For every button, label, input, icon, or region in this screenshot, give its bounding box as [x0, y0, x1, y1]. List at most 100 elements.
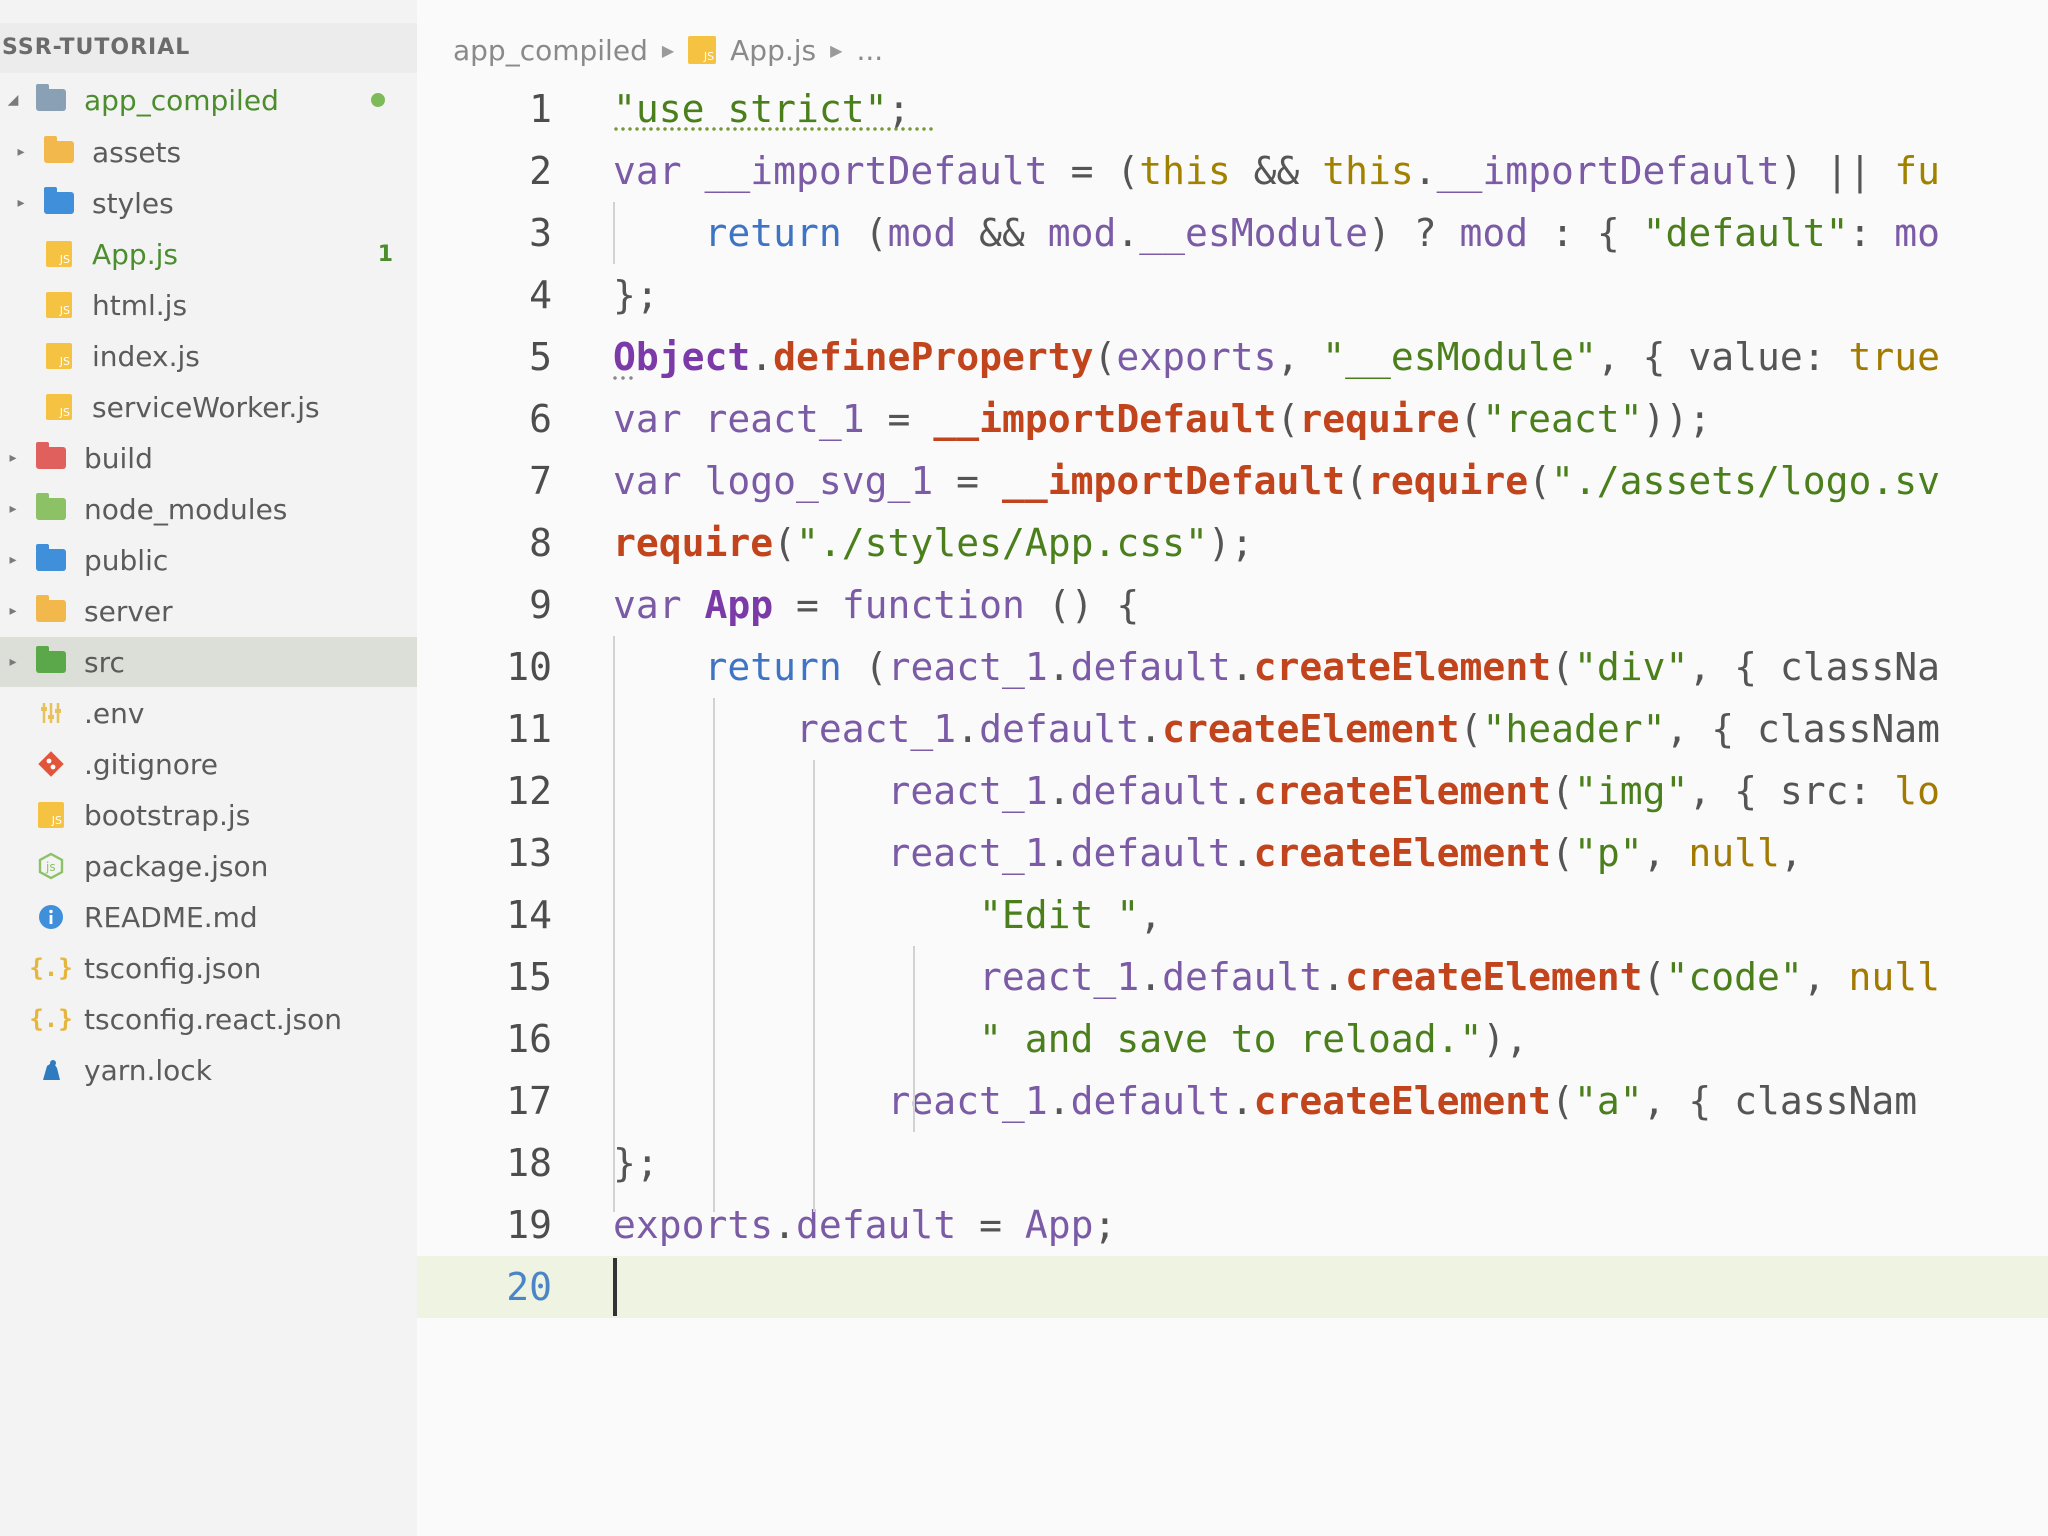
git-icon: [36, 751, 66, 777]
code-line[interactable]: 4};: [417, 264, 2048, 326]
code-token: ));: [1642, 397, 1712, 441]
code-line[interactable]: 6 var react_1 = __importDefault(require("…: [417, 388, 2048, 450]
code-line[interactable]: 1 "use strict";: [417, 78, 2048, 140]
tree-item-label: App.js: [92, 237, 178, 271]
code-line[interactable]: 19 exports.default = App;: [417, 1194, 2048, 1256]
code-token: mo: [1894, 211, 1941, 255]
code-token: ,: [1139, 893, 1163, 937]
code-token: this: [1139, 149, 1231, 193]
chevron-right-icon: ▶: [830, 40, 843, 60]
chevron-right-icon[interactable]: ▸: [14, 196, 28, 210]
chevron-right-icon[interactable]: ▸: [14, 145, 28, 159]
code-text: };: [613, 264, 659, 326]
code-token: .: [1139, 707, 1163, 751]
code-token: .: [1322, 955, 1346, 999]
folder-styles-icon: [44, 187, 74, 215]
tree-item-app-compiled[interactable]: ◢ app_compiled: [0, 75, 417, 125]
tree-item-styles[interactable]: ▸ styles: [0, 178, 417, 228]
code-token: react_1: [887, 1079, 1048, 1123]
code-line[interactable]: 14 "Edit ",: [417, 884, 2048, 946]
code-line[interactable]: 18};: [417, 1132, 2048, 1194]
breadcrumb-symbols[interactable]: ...: [856, 34, 883, 67]
code-text: Object.defineProperty(exports, "__esModu…: [613, 326, 1940, 388]
code-line[interactable]: 11 react_1.default.createElement("header…: [417, 698, 2048, 760]
js-file-icon: JS: [44, 292, 74, 318]
tree-item-server[interactable]: ▸ server: [0, 586, 417, 636]
code-editor[interactable]: app_compiled ▶ JS App.js ▶ ... 1 "use str…: [417, 0, 2048, 1536]
chevron-right-icon[interactable]: ▸: [6, 502, 20, 516]
code-token: Object: [613, 335, 751, 379]
tree-item-public[interactable]: ▸ public: [0, 535, 417, 585]
tree-item-tsconfig-react-json[interactable]: {.} tsconfig.react.json: [0, 994, 417, 1044]
code-token: &&: [956, 211, 1048, 255]
code-line[interactable]: 16 " and save to reload."),: [417, 1008, 2048, 1070]
code-token: createElement: [1253, 769, 1552, 813]
breadcrumb-file[interactable]: App.js: [730, 34, 816, 67]
tree-item-html-js[interactable]: JS html.js: [0, 280, 417, 330]
chevron-right-icon[interactable]: ▸: [6, 655, 20, 669]
chevron-right-icon[interactable]: ▸: [6, 451, 20, 465]
code-line[interactable]: 20: [417, 1256, 2048, 1318]
code-line[interactable]: 5 Object.defineProperty(exports, "__esMod…: [417, 326, 2048, 388]
code-line[interactable]: 7 var logo_svg_1 = __importDefault(requir…: [417, 450, 2048, 512]
code-token: =: [956, 1203, 1025, 1247]
tree-item-build[interactable]: ▸ build: [0, 433, 417, 483]
code-token: createElement: [1253, 645, 1552, 689]
code-token: default: [979, 707, 1140, 751]
breadcrumb-folder[interactable]: app_compiled: [453, 34, 648, 67]
code-line[interactable]: 12 react_1.default.createElement("img", …: [417, 760, 2048, 822]
code-token: (: [1551, 1079, 1574, 1123]
code-token: .: [1047, 831, 1071, 875]
code-token: () {: [1024, 583, 1140, 627]
code-token: "code": [1665, 955, 1803, 999]
code-token: "a": [1573, 1079, 1643, 1123]
code-token: , { classNam: [1665, 707, 1941, 751]
chevron-down-icon[interactable]: ◢: [6, 93, 20, 107]
env-file-icon: [36, 701, 66, 725]
line-number: 2: [529, 149, 552, 193]
chevron-right-icon[interactable]: ▸: [6, 553, 20, 567]
tree-item-app-js[interactable]: JS App.js 1: [0, 229, 417, 279]
tree-item-tsconfig-json[interactable]: {.} tsconfig.json: [0, 943, 417, 993]
tree-item-label: serviceWorker.js: [92, 390, 320, 424]
js-file-icon: JS: [36, 802, 66, 828]
code-token: &&: [1230, 149, 1323, 193]
code-text: react_1.default.createElement("a", { cla…: [613, 1070, 1918, 1132]
code-token: lo: [1894, 769, 1941, 813]
folder-src-icon: [36, 646, 66, 674]
code-token: "use strict": [613, 87, 888, 131]
tree-item-env[interactable]: .env: [0, 688, 417, 738]
code-text: "Edit ",: [613, 884, 1162, 946]
tree-item-index-js[interactable]: JS index.js: [0, 331, 417, 381]
code-line[interactable]: 10 return (react_1.default.createElement…: [417, 636, 2048, 698]
tree-item-node-modules[interactable]: ▸ node_modules: [0, 484, 417, 534]
tree-item-yarn-lock[interactable]: yarn.lock: [0, 1045, 417, 1095]
tree-item-label: .env: [84, 696, 145, 730]
code-line[interactable]: 2 var __importDefault = (this && this.__i…: [417, 140, 2048, 202]
tree-item-readme-md[interactable]: README.md: [0, 892, 417, 942]
code-text: " and save to reload."),: [613, 1008, 1528, 1070]
chevron-right-icon[interactable]: ▸: [6, 604, 20, 618]
tree-item-assets[interactable]: ▸ assets: [0, 127, 417, 177]
info-icon: [36, 905, 66, 929]
tree-item-src[interactable]: ▸ src: [0, 637, 417, 687]
js-file-icon: JS: [44, 343, 74, 369]
code-text: require("./styles/App.css");: [613, 512, 1254, 574]
code-token: mod: [887, 211, 957, 255]
code-token: (: [1528, 459, 1552, 503]
code-line[interactable]: 9 var App = function () {: [417, 574, 2048, 636]
tree-item-serviceworker-js[interactable]: JS serviceWorker.js: [0, 382, 417, 432]
tree-item-label: public: [84, 543, 169, 577]
code-line[interactable]: 17 react_1.default.createElement("a", { …: [417, 1070, 2048, 1132]
code-line[interactable]: 13 react_1.default.createElement("p", nu…: [417, 822, 2048, 884]
tree-item-bootstrap-js[interactable]: JS bootstrap.js: [0, 790, 417, 840]
code-token: require: [1299, 397, 1460, 441]
code-line[interactable]: 15 react_1.default.createElement("code",…: [417, 946, 2048, 1008]
code-line[interactable]: 8 require("./styles/App.css");: [417, 512, 2048, 574]
code-token: mod: [1459, 211, 1529, 255]
code-line[interactable]: 3 return (mod && mod.__esModule) ? mod :…: [417, 202, 2048, 264]
code-token: require: [1368, 459, 1529, 503]
tree-item-package-json[interactable]: js package.json: [0, 841, 417, 891]
tree-item-gitignore[interactable]: .gitignore: [0, 739, 417, 789]
